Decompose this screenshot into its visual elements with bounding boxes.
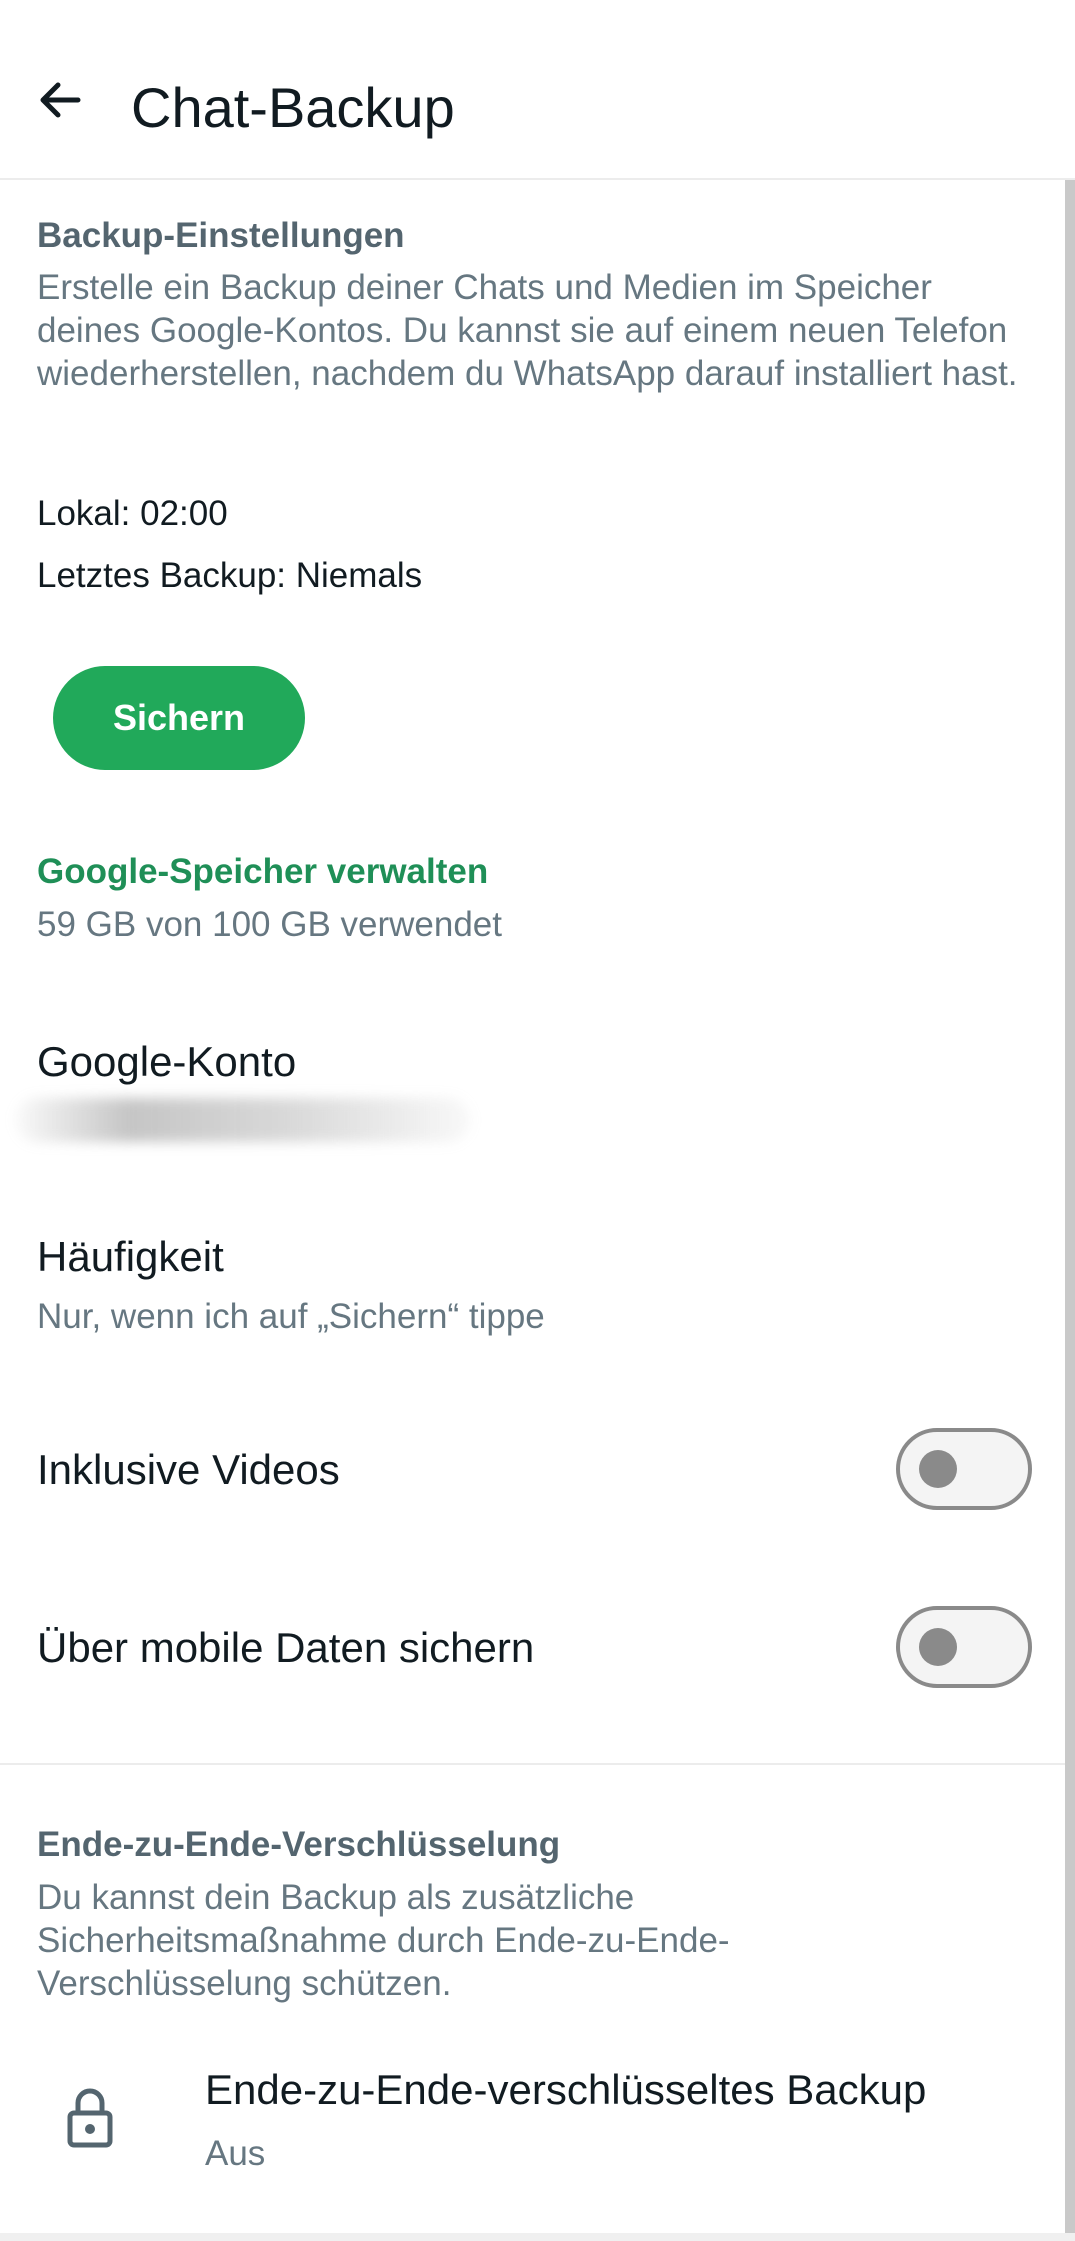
mobile-data-label: Über mobile Daten sichern <box>37 1624 535 1671</box>
include-videos-label: Inklusive Videos <box>37 1446 340 1493</box>
mobile-data-row[interactable]: Über mobile Daten sichern <box>0 1590 1065 1710</box>
frequency-row[interactable]: Häufigkeit Nur, wenn ich auf „Sichern“ t… <box>0 1215 1065 1355</box>
frequency-value: Nur, wenn ich auf „Sichern“ tippe <box>37 1297 545 1336</box>
backup-description: Erstelle ein Backup deiner Chats und Med… <box>37 268 1018 393</box>
lock-icon <box>62 2085 118 2149</box>
section-header-encryption: Ende-zu-Ende-Verschlüsselung <box>37 1825 561 1864</box>
local-backup-info: Lokal: 02:00 <box>37 494 228 533</box>
scrollbar[interactable] <box>1065 180 1075 2241</box>
google-account-row[interactable]: Google-Konto <box>0 1020 1065 1170</box>
back-button[interactable] <box>22 62 98 138</box>
include-videos-row[interactable]: Inklusive Videos <box>0 1410 1065 1530</box>
encrypted-backup-status: Aus <box>205 2134 266 2173</box>
page-title: Chat-Backup <box>131 76 455 139</box>
arrow-left-icon <box>40 82 81 118</box>
section-divider <box>0 1763 1065 1765</box>
encrypted-backup-title: Ende-zu-Ende-verschlüsseltes Backup <box>205 2066 927 2113</box>
include-videos-switch[interactable] <box>896 1428 1032 1510</box>
switch-knob <box>919 1628 957 1666</box>
encrypted-backup-row[interactable]: Ende-zu-Ende-verschlüsseltes Backup Aus <box>0 2050 1065 2200</box>
bottom-edge <box>0 2233 1075 2241</box>
section-header-backup-settings: Backup-Einstellungen <box>37 216 405 255</box>
frequency-title: Häufigkeit <box>37 1233 224 1280</box>
encryption-description: Du kannst dein Backup als zusätzliche Si… <box>37 1878 730 2003</box>
backup-now-button[interactable]: Sichern <box>53 666 305 770</box>
switch-knob <box>919 1450 957 1488</box>
mobile-data-switch[interactable] <box>896 1606 1032 1688</box>
manage-google-storage-link[interactable]: Google-Speicher verwalten <box>37 852 488 892</box>
storage-usage-text: 59 GB von 100 GB verwendet <box>37 905 502 944</box>
google-account-email-redacted <box>15 1098 470 1142</box>
google-account-title: Google-Konto <box>37 1038 297 1085</box>
app-bar: Chat-Backup <box>0 0 1075 180</box>
last-backup-info: Letztes Backup: Niemals <box>37 556 423 595</box>
